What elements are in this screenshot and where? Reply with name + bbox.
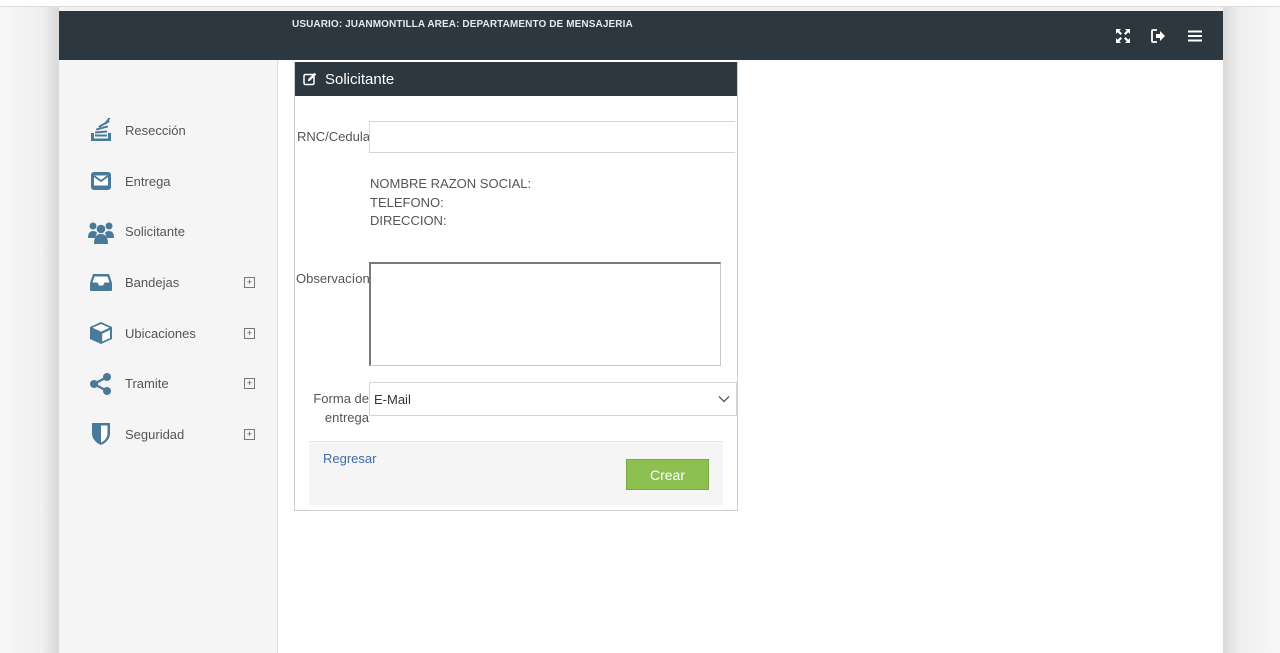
cube-icon — [87, 320, 115, 346]
edit-icon — [303, 72, 317, 86]
top-bar-actions — [1113, 27, 1205, 45]
forma-entrega-label: Forma de entrega — [299, 389, 369, 427]
panel-title: Solicitante — [325, 70, 395, 88]
user-area-info: USUARIO: JUANMONTILLA AREA: DEPARTAMENTO… — [292, 19, 633, 30]
logout-icon[interactable] — [1149, 27, 1169, 45]
sidebar-item-label: Seguridad — [125, 426, 185, 442]
sidebar-item-label: Bandejas — [125, 274, 180, 290]
sidebar-nav: Resección Entrega Solicitante Bandejas +… — [59, 105, 277, 460]
users-icon — [87, 219, 115, 245]
expand-icon[interactable]: + — [244, 378, 255, 390]
telefono-label: TELEFONO: — [370, 194, 444, 210]
sidebar-item-tramite[interactable]: Tramite + — [59, 358, 277, 409]
fullscreen-icon[interactable] — [1113, 27, 1133, 45]
observacion-label: Observacíon — [296, 271, 370, 286]
sidebar-item-seguridad[interactable]: Seguridad + — [59, 409, 277, 460]
share-icon — [87, 371, 115, 397]
sidebar-item-label: Resección — [125, 122, 186, 138]
page-background-right — [1223, 7, 1280, 653]
form-footer: Regresar Crear — [309, 441, 723, 505]
crear-button[interactable]: Crear — [626, 459, 709, 490]
sidebar-item-label: Entrega — [125, 173, 171, 189]
browser-top-edge — [0, 0, 1280, 7]
solicitante-panel: Solicitante RNC/Cedula NOMBRE RAZON SOCI… — [294, 62, 738, 511]
rnc-label: RNC/Cedula — [297, 129, 370, 144]
sidebar-item-label: Tramite — [125, 376, 169, 392]
sidebar-item-reseccion[interactable]: Resección — [59, 105, 277, 156]
regresar-link[interactable]: Regresar — [323, 451, 376, 466]
expand-icon[interactable]: + — [244, 327, 255, 339]
sidebar-item-label: Ubicaciones — [125, 325, 196, 341]
rnc-cedula-input[interactable] — [369, 121, 735, 153]
solicitante-info: NOMBRE RAZON SOCIAL: TELEFONO: DIRECCION… — [370, 175, 531, 231]
forma-entrega-label-line1: Forma de — [313, 391, 369, 406]
stack-icon — [87, 117, 115, 143]
envelope-icon — [87, 168, 115, 194]
sidebar-item-entrega[interactable]: Entrega — [59, 156, 277, 207]
sidebar-item-label: Solicitante — [125, 224, 185, 240]
sidebar-item-bandejas[interactable]: Bandejas + — [59, 257, 277, 308]
expand-icon[interactable]: + — [244, 428, 255, 440]
panel-header: Solicitante — [295, 62, 737, 96]
chevron-down-icon — [718, 393, 730, 405]
sidebar-item-solicitante[interactable]: Solicitante — [59, 206, 277, 257]
forma-entrega-selected: E-Mail — [374, 391, 411, 407]
nombre-razon-social-label: NOMBRE RAZON SOCIAL: — [370, 176, 532, 191]
forma-entrega-label-line2: entrega — [324, 410, 369, 425]
shield-icon — [87, 421, 115, 447]
menu-icon[interactable] — [1185, 27, 1205, 45]
page-background-left — [0, 7, 59, 653]
forma-entrega-select[interactable]: E-Mail — [369, 382, 737, 416]
expand-icon[interactable]: + — [244, 276, 255, 288]
observacion-textarea[interactable] — [369, 262, 721, 366]
top-bar: USUARIO: JUANMONTILLA AREA: DEPARTAMENTO… — [59, 11, 1223, 60]
sidebar-item-ubicaciones[interactable]: Ubicaciones + — [59, 308, 277, 359]
direccion-label: DIRECCION: — [370, 213, 447, 228]
sidebar: Resección Entrega Solicitante Bandejas +… — [59, 60, 278, 653]
inbox-icon — [87, 269, 115, 295]
app-wrapper: USUARIO: JUANMONTILLA AREA: DEPARTAMENTO… — [59, 11, 1223, 653]
